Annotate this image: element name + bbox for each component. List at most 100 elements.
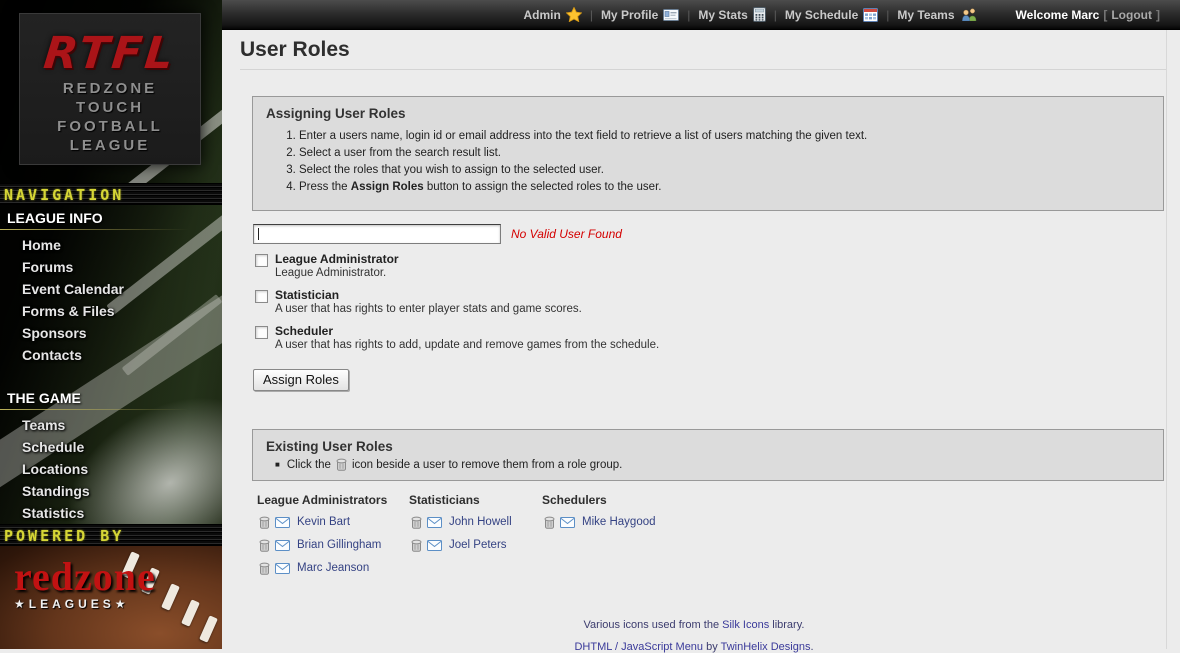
- role-description: League Administrator.: [275, 266, 399, 280]
- email-user-icon[interactable]: [275, 540, 295, 551]
- calculator-icon: [753, 7, 766, 22]
- email-user-icon[interactable]: [275, 563, 295, 574]
- topbar-my-teams-label: My Teams: [897, 8, 954, 22]
- logout-bracket: [: [1103, 8, 1107, 22]
- rtfl-logo-line: REDZONE: [20, 79, 200, 98]
- delete-user-icon[interactable]: [259, 516, 275, 529]
- topbar-my-schedule[interactable]: My Schedule: [785, 8, 878, 22]
- user-search-input[interactable]: [253, 224, 501, 244]
- sidebar-section-league-info: LEAGUE INFO Home Forums Event Calendar F…: [0, 210, 222, 362]
- section-underline: [0, 229, 222, 230]
- group-schedulers: Schedulers Mike Haygood: [542, 493, 742, 584]
- user-name-link[interactable]: Brian Gillingham: [297, 539, 381, 551]
- sidebar-item-home[interactable]: Home: [0, 238, 222, 252]
- sidebar-item-contacts[interactable]: Contacts: [0, 348, 222, 362]
- help-prefix: Click the: [287, 459, 331, 471]
- role-name: Scheduler: [275, 324, 659, 338]
- role-option-scheduler: Scheduler A user that has rights to add,…: [255, 324, 1180, 352]
- separator: |: [886, 8, 889, 22]
- footer-text: library.: [769, 619, 804, 631]
- sidebar-item-forums[interactable]: Forums: [0, 260, 222, 274]
- sidebar-item-locations[interactable]: Locations: [0, 462, 222, 476]
- existing-user-roles-box: Existing User Roles ■ Click the icon bes…: [252, 429, 1164, 481]
- football-lace: [199, 615, 218, 642]
- vcard-icon: [663, 9, 679, 21]
- assign-roles-button[interactable]: Assign Roles: [253, 369, 349, 391]
- group-title: Schedulers: [542, 493, 742, 507]
- role-checkbox-scheduler[interactable]: [255, 326, 268, 339]
- delete-user-icon[interactable]: [259, 562, 275, 575]
- topbar-admin[interactable]: Admin: [523, 7, 581, 22]
- navigation-banner: NAVIGATION: [0, 183, 222, 205]
- bullet: ■: [275, 460, 280, 469]
- dhtml-menu-link[interactable]: DHTML / JavaScript Menu: [574, 641, 703, 653]
- sidebar-section-title: LEAGUE INFO: [0, 210, 222, 226]
- user-search-row: No Valid User Found: [253, 224, 1180, 244]
- sidebar-item-sponsors[interactable]: Sponsors: [0, 326, 222, 340]
- assigning-box-title: Assigning User Roles: [253, 97, 1163, 121]
- sidebar-item-event-calendar[interactable]: Event Calendar: [0, 282, 222, 296]
- role-description: A user that has rights to enter player s…: [275, 302, 582, 316]
- email-user-icon[interactable]: [560, 517, 580, 528]
- role-checkbox-statistician[interactable]: [255, 290, 268, 303]
- user-name-link[interactable]: Joel Peters: [449, 539, 507, 551]
- delete-user-icon[interactable]: [259, 539, 275, 552]
- delete-user-icon[interactable]: [544, 516, 560, 529]
- separator: |: [590, 8, 593, 22]
- step4-suffix: button to assign the selected roles to t…: [424, 181, 662, 193]
- step4-prefix: Press the: [299, 181, 351, 193]
- user-name-link[interactable]: Mike Haygood: [582, 516, 656, 528]
- logout-bracket: ]: [1156, 8, 1160, 22]
- sidebar-item-schedule[interactable]: Schedule: [0, 440, 222, 454]
- user-name-link[interactable]: Marc Jeanson: [297, 562, 369, 574]
- sidebar-item-teams[interactable]: Teams: [0, 418, 222, 432]
- group-league-administrators: League Administrators Kevin Bart Brian G…: [257, 493, 409, 584]
- email-user-icon[interactable]: [275, 517, 295, 528]
- topbar-my-teams[interactable]: My Teams: [897, 8, 977, 22]
- user-row: Brian Gillingham: [259, 538, 409, 552]
- group-statisticians: Statisticians John Howell Joel Peters: [409, 493, 542, 584]
- topbar-my-schedule-label: My Schedule: [785, 8, 858, 22]
- sidebar-item-forms-files[interactable]: Forms & Files: [0, 304, 222, 318]
- sidebar-item-standings[interactable]: Standings: [0, 484, 222, 498]
- topbar-my-profile-label: My Profile: [601, 8, 658, 22]
- group-icon: [960, 8, 978, 21]
- topbar-my-stats-label: My Stats: [698, 8, 747, 22]
- group-title: League Administrators: [257, 493, 409, 507]
- step-item: Select a user from the search result lis…: [299, 147, 1163, 160]
- user-name-link[interactable]: John Howell: [449, 516, 512, 528]
- sidebar: RTFL REDZONE TOUCH FOOTBALL LEAGUE NAVIG…: [0, 0, 222, 649]
- sidebar-item-statistics[interactable]: Statistics: [0, 506, 222, 520]
- email-user-icon[interactable]: [427, 517, 447, 528]
- title-divider: [240, 69, 1166, 70]
- user-row: John Howell: [411, 515, 542, 529]
- user-row: Marc Jeanson: [259, 561, 409, 575]
- help-suffix: icon beside a user to remove them from a…: [352, 459, 622, 471]
- logout-link[interactable]: Logout: [1111, 8, 1152, 22]
- footer-text: .: [810, 641, 813, 653]
- topbar-admin-label: Admin: [523, 8, 560, 22]
- separator: |: [687, 8, 690, 22]
- topbar-my-stats[interactable]: My Stats: [698, 7, 765, 22]
- footer-text: Various icons used from the: [584, 619, 723, 631]
- step-item: Select the roles that you wish to assign…: [299, 164, 1163, 177]
- footer-text: by: [703, 641, 721, 653]
- main-content: User Roles Assigning User Roles Enter a …: [222, 30, 1180, 649]
- no-valid-user-message: No Valid User Found: [511, 227, 622, 241]
- redzone-leagues-logo: redzone ★LEAGUES★: [14, 558, 156, 611]
- step-item: Enter a users name, login id or email ad…: [299, 130, 1163, 143]
- twinhelix-link[interactable]: TwinHelix Designs: [721, 641, 811, 653]
- content-edge-divider: [1166, 30, 1167, 649]
- footer-line-menu: DHTML / JavaScript Menu by TwinHelix Des…: [222, 641, 1166, 653]
- rtfl-logo-line: FOOTBALL: [20, 117, 200, 136]
- text-caret: [258, 228, 259, 240]
- topbar-my-profile[interactable]: My Profile: [601, 8, 679, 22]
- rtfl-logo-line: LEAGUE: [20, 136, 200, 155]
- bin-icon: [336, 458, 347, 471]
- delete-user-icon[interactable]: [411, 516, 427, 529]
- email-user-icon[interactable]: [427, 540, 447, 551]
- delete-user-icon[interactable]: [411, 539, 427, 552]
- silk-icons-link[interactable]: Silk Icons: [722, 619, 769, 631]
- role-checkbox-league-administrator[interactable]: [255, 254, 268, 267]
- user-name-link[interactable]: Kevin Bart: [297, 516, 350, 528]
